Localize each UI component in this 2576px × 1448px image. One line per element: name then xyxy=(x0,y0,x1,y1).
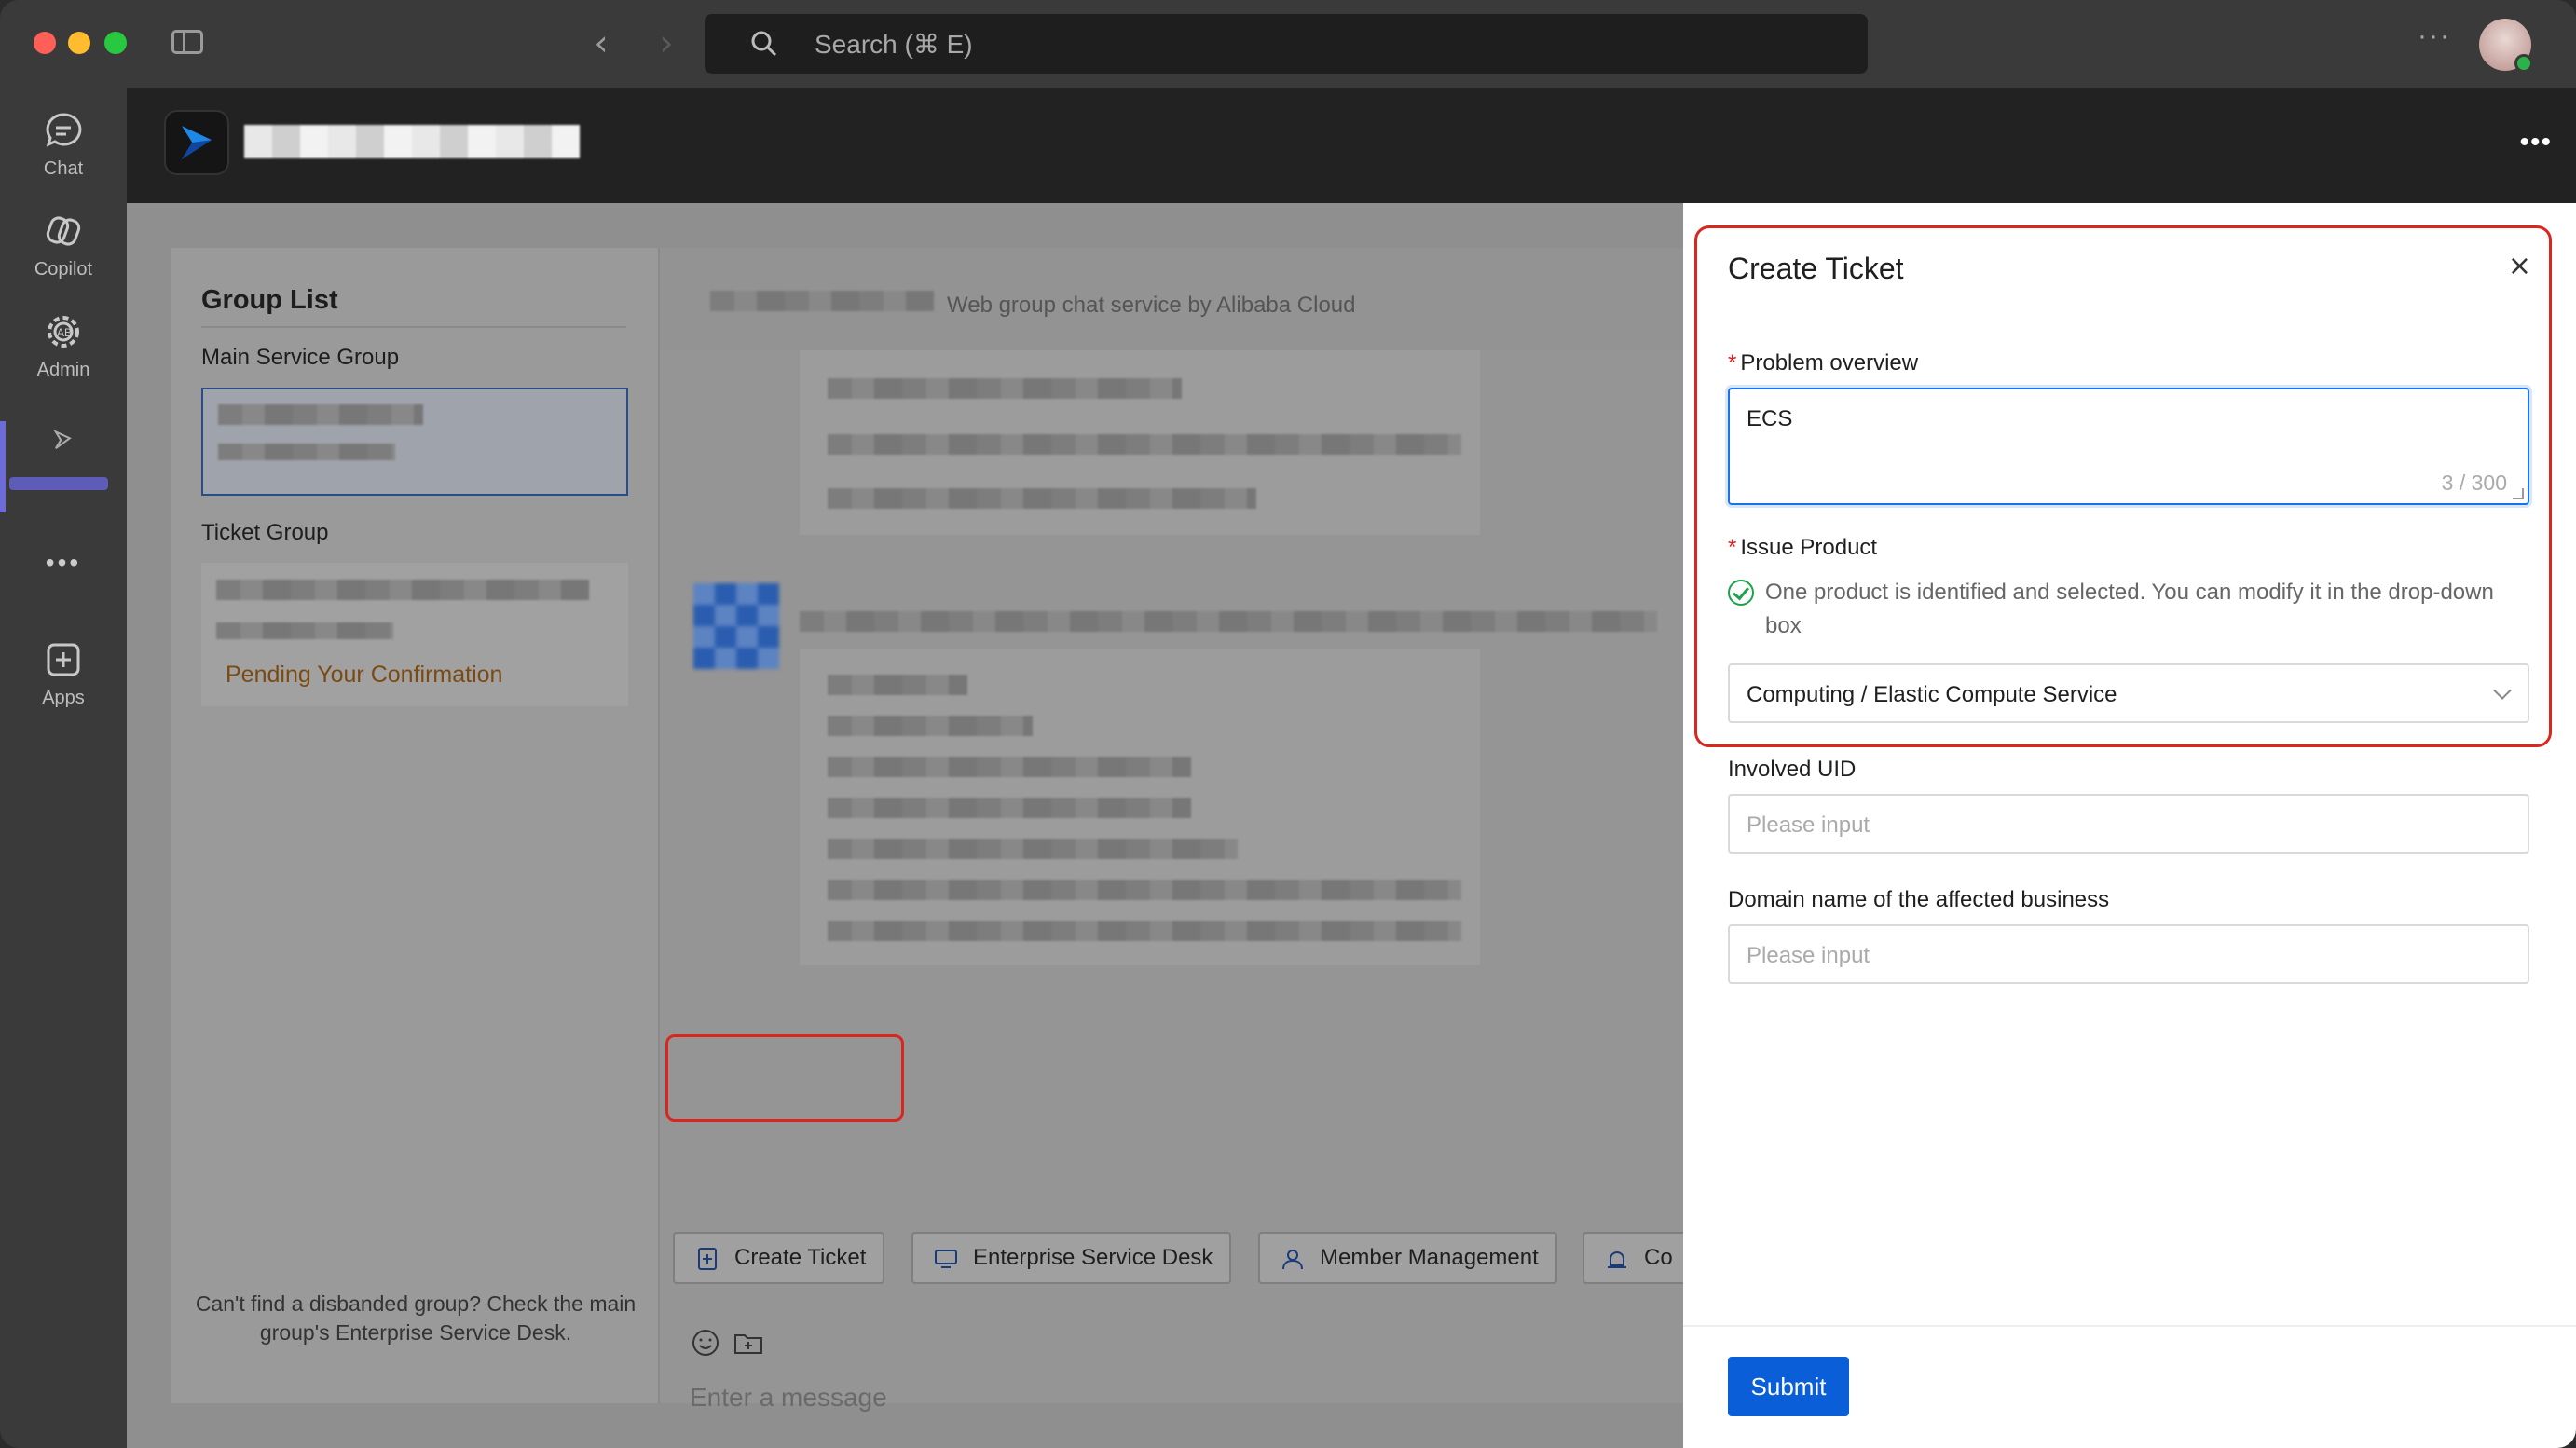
admin-icon: AB xyxy=(48,316,79,348)
app-window: ‹ › Search (⌘ E) ··· Chat Copilot AB Adm… xyxy=(0,0,2576,1448)
message-input[interactable]: Enter a message xyxy=(690,1383,887,1413)
back-arrow-icon[interactable]: ‹ xyxy=(587,24,615,61)
rail-label-apps: Apps xyxy=(42,688,85,708)
chat-header: Web group chat service by Alibaba Cloud xyxy=(660,248,1683,350)
ticket-add-icon xyxy=(698,1248,717,1270)
folder-upload-icon[interactable] xyxy=(733,1327,764,1359)
create-ticket-highlight xyxy=(665,1034,904,1122)
group-list-panel: Group List Main Service Group Ticket Gro… xyxy=(171,248,660,1403)
composer-toolbar xyxy=(690,1327,764,1363)
ticket-status-badge: Pending Your Confirmation xyxy=(226,662,503,688)
monitor-icon xyxy=(935,1250,957,1268)
svg-text:AB: AB xyxy=(57,326,72,339)
main-content-dimmed: Group List Main Service Group Ticket Gro… xyxy=(127,203,1694,1448)
app-header: ••• xyxy=(127,88,2576,203)
main-service-group-item[interactable] xyxy=(201,388,628,496)
chat-title-blurred xyxy=(710,291,934,311)
left-rail: Chat Copilot AB Admin ••• Apps xyxy=(0,88,127,1448)
user-icon xyxy=(1282,1250,1303,1270)
alarm-icon xyxy=(1608,1251,1626,1268)
message-bubble xyxy=(800,649,1480,965)
more-options-icon[interactable]: ··· xyxy=(2418,20,2451,52)
app-logo xyxy=(164,110,229,175)
rail-item-copilot[interactable]: Copilot xyxy=(0,211,127,280)
ticket-group-item[interactable]: Pending Your Confirmation xyxy=(201,563,628,706)
ticket-meta-blurred xyxy=(216,622,393,639)
ticket-title-blurred xyxy=(216,580,589,600)
enterprise-service-desk-button[interactable]: Enterprise Service Desk xyxy=(911,1232,1232,1284)
message-text-blurred xyxy=(828,488,1256,509)
rail-item-apps[interactable]: Apps xyxy=(0,639,127,709)
chat-icon xyxy=(46,113,82,147)
user-avatar[interactable] xyxy=(2479,19,2533,73)
message-text-blurred xyxy=(828,716,1033,736)
search-bar[interactable]: Search (⌘ E) xyxy=(705,14,1868,74)
enterprise-service-desk-label: Enterprise Service Desk xyxy=(973,1245,1213,1270)
forward-arrow-icon[interactable]: › xyxy=(652,24,680,61)
member-management-button[interactable]: Member Management xyxy=(1258,1232,1557,1284)
chat-action-bar: Create Ticket Enterprise Service Desk Me… xyxy=(660,1232,1694,1297)
message-text-blurred xyxy=(828,921,1461,941)
apps-add-icon xyxy=(47,643,80,676)
divider xyxy=(201,326,626,328)
message-text-blurred xyxy=(828,434,1461,455)
chat-subtitle: Web group chat service by Alibaba Cloud xyxy=(947,293,1356,318)
involved-uid-placeholder: Please input xyxy=(1747,813,1870,838)
domain-name-input[interactable]: Please input xyxy=(1728,924,2529,984)
involved-uid-label: Involved UID xyxy=(1728,757,1857,782)
create-ticket-label: Create Ticket xyxy=(734,1245,867,1270)
submit-button[interactable]: Submit xyxy=(1728,1357,1849,1416)
message-text-blurred xyxy=(828,839,1238,859)
message-text-blurred xyxy=(828,378,1182,399)
emoji-icon[interactable] xyxy=(690,1327,721,1359)
rail-more-icon[interactable]: ••• xyxy=(0,548,127,578)
main-service-group-label: Main Service Group xyxy=(201,345,400,370)
rail-item-service-app[interactable] xyxy=(0,427,127,462)
group-name-blurred xyxy=(218,404,423,425)
message-text-blurred xyxy=(828,675,967,695)
rail-item-admin[interactable]: AB Admin xyxy=(0,311,127,381)
rail-label-copilot: Copilot xyxy=(34,259,93,280)
drawer-footer-divider xyxy=(1683,1325,2576,1327)
domain-name-placeholder: Please input xyxy=(1747,943,1870,968)
copilot-icon xyxy=(46,216,81,246)
involved-uid-input[interactable]: Please input xyxy=(1728,794,2529,854)
domain-name-label: Domain name of the affected business xyxy=(1728,887,2110,912)
sidebar-toggle-icon[interactable] xyxy=(171,30,203,54)
search-icon xyxy=(751,31,777,57)
complaint-button[interactable]: Co xyxy=(1583,1232,1694,1284)
sender-avatar xyxy=(693,583,779,669)
online-status-icon xyxy=(2514,54,2533,73)
member-management-label: Member Management xyxy=(1320,1245,1539,1270)
title-bar: ‹ › Search (⌘ E) ··· xyxy=(0,0,2576,88)
group-meta-blurred xyxy=(218,444,395,460)
complaint-label: Co xyxy=(1644,1245,1673,1270)
message-text-blurred xyxy=(828,880,1461,900)
rail-item-chat[interactable]: Chat xyxy=(0,110,127,180)
message-bubble xyxy=(800,350,1480,535)
app-logo-icon xyxy=(53,430,72,450)
app-brand-icon xyxy=(181,126,212,159)
header-more-icon[interactable]: ••• xyxy=(2519,127,2552,158)
rail-label-chat: Chat xyxy=(43,158,84,179)
app-name-blurred xyxy=(244,125,580,158)
chat-area: Web group chat service by Alibaba Cloud xyxy=(660,248,1694,1412)
form-highlight xyxy=(1694,225,2552,747)
maximize-window-button[interactable] xyxy=(104,32,127,54)
create-ticket-button[interactable]: Create Ticket xyxy=(673,1232,885,1284)
ticket-group-label: Ticket Group xyxy=(201,520,329,545)
message-text-blurred xyxy=(828,757,1191,777)
message-text-blurred xyxy=(828,798,1191,818)
close-window-button[interactable] xyxy=(34,32,56,54)
sender-name-blurred xyxy=(800,611,1657,632)
minimize-window-button[interactable] xyxy=(68,32,90,54)
disbanded-group-note: Can't find a disbanded group? Check the … xyxy=(195,1291,637,1345)
group-list-title: Group List xyxy=(201,285,338,315)
rail-label-admin: Admin xyxy=(36,360,90,380)
search-placeholder: Search (⌘ E) xyxy=(815,30,973,59)
rail-item-label-blurred xyxy=(9,477,108,490)
